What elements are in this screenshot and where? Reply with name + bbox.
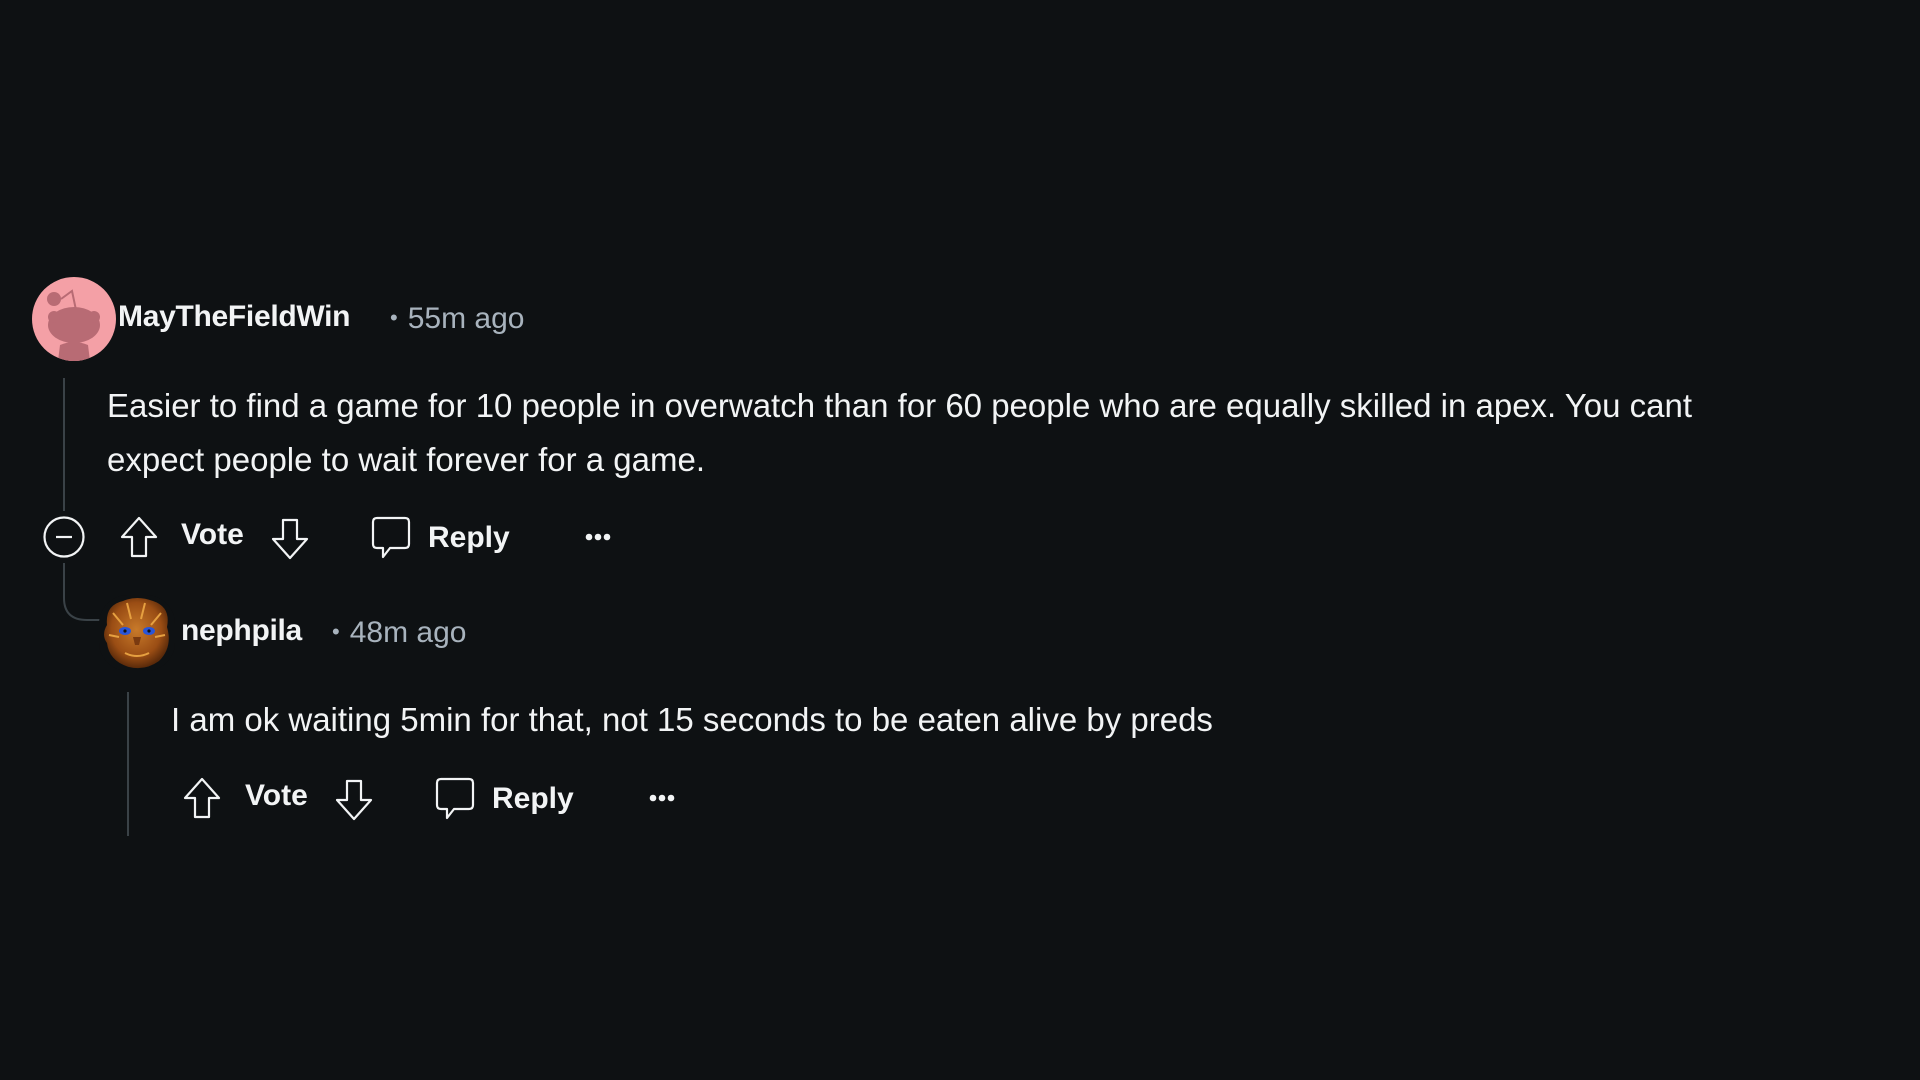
thread-connector xyxy=(63,563,65,593)
comment-author[interactable]: MayTheFieldWin xyxy=(118,300,351,334)
separator-dot: • xyxy=(390,305,398,330)
separator-dot: • xyxy=(332,619,340,644)
comment-body: Easier to find a game for 10 people in o… xyxy=(107,379,1907,487)
collapse-button[interactable] xyxy=(43,516,85,558)
upvote-button[interactable] xyxy=(181,776,223,820)
vote-score: Vote xyxy=(245,779,308,812)
comment-timestamp[interactable]: 48m ago xyxy=(350,616,467,649)
minus-circle-icon xyxy=(43,516,85,558)
comment-body-line: expect people to wait forever for a game… xyxy=(107,441,705,478)
downvote-button[interactable] xyxy=(333,778,375,822)
comment-author[interactable]: nephpila xyxy=(181,614,302,648)
reply-label: Reply xyxy=(492,782,574,815)
ellipsis-icon xyxy=(649,794,675,802)
comment-body: I am ok waiting 5min for that, not 15 se… xyxy=(171,693,1871,747)
downvote-arrow-icon xyxy=(271,518,309,560)
upvote-arrow-icon xyxy=(120,516,158,558)
comment-meta: • 48m ago xyxy=(332,616,466,650)
comment-bubble-icon xyxy=(371,516,411,559)
thread-line[interactable] xyxy=(127,692,129,836)
reply-button[interactable]: Reply xyxy=(370,515,510,561)
ellipsis-icon xyxy=(585,533,611,541)
furry-creature-avatar-icon xyxy=(104,598,169,669)
vote-score: Vote xyxy=(181,518,244,551)
upvote-button[interactable] xyxy=(118,515,160,559)
reply-button[interactable]: Reply xyxy=(434,776,574,822)
avatar[interactable] xyxy=(32,277,116,361)
reply-label: Reply xyxy=(428,521,510,554)
comment-body-line: I am ok waiting 5min for that, not 15 se… xyxy=(171,701,1213,738)
downvote-button[interactable] xyxy=(269,517,311,561)
thread-line[interactable] xyxy=(63,378,65,511)
comment-bubble-icon xyxy=(435,777,475,820)
comment-body-line: Easier to find a game for 10 people in o… xyxy=(107,387,1693,424)
comment-meta: • 55m ago xyxy=(390,302,524,336)
avatar[interactable] xyxy=(99,595,175,671)
downvote-arrow-icon xyxy=(335,779,373,821)
more-options-button[interactable] xyxy=(584,530,614,544)
snoo-icon xyxy=(47,289,100,361)
upvote-arrow-icon xyxy=(183,777,221,819)
more-options-button[interactable] xyxy=(648,791,678,805)
comment-timestamp[interactable]: 55m ago xyxy=(408,302,525,335)
